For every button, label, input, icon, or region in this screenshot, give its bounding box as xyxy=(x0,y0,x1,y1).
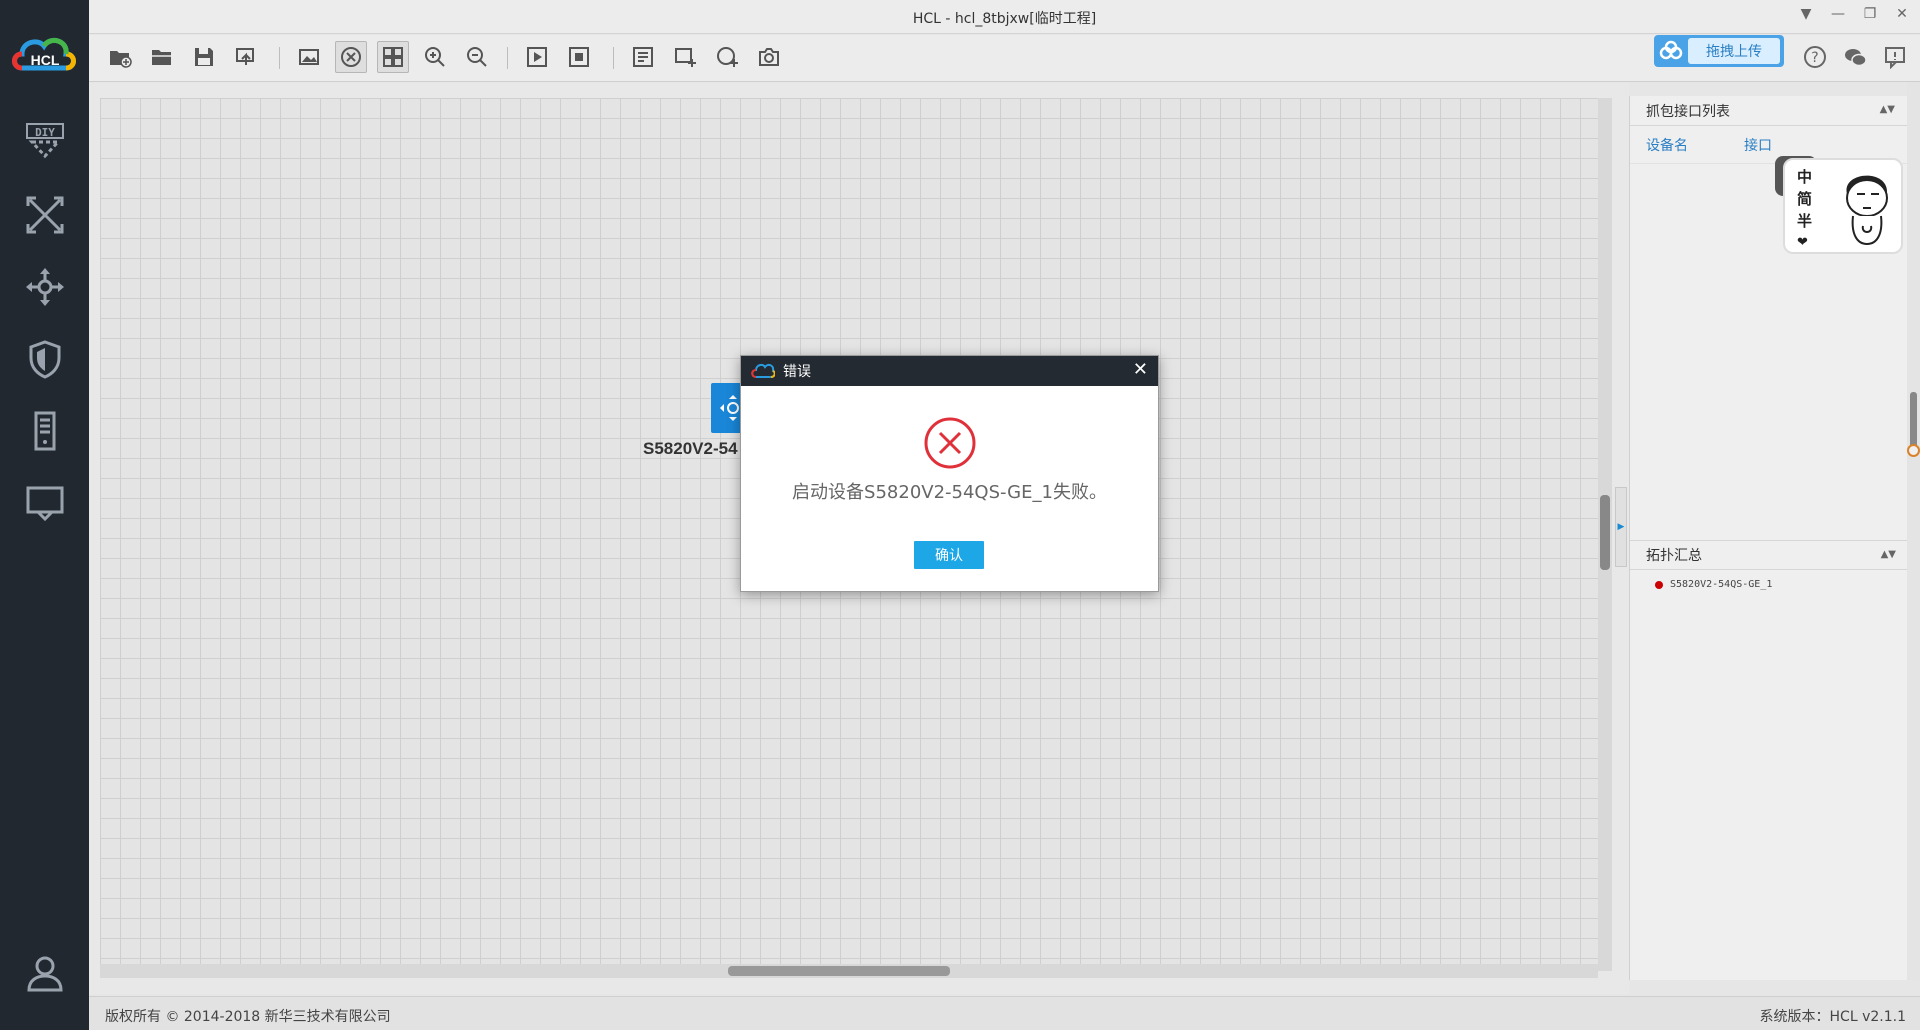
drag-upload-label: 拖拽上传 xyxy=(1688,38,1780,64)
network-icon[interactable] xyxy=(22,192,67,237)
error-dialog: 错误 ✕ 启动设备S5820V2-54QS-GE_1失败。 确认 xyxy=(740,355,1159,592)
topology-summary-title: 拓扑汇总 xyxy=(1646,548,1702,564)
help-icon[interactable]: ? xyxy=(1802,44,1828,70)
window-title: HCL - hcl_8tbjxw[临时工程] xyxy=(912,11,1097,27)
monitor-icon[interactable] xyxy=(22,480,67,525)
add-circle-icon[interactable] xyxy=(711,41,743,73)
routing-icon[interactable] xyxy=(22,264,67,309)
hcl-logo: HCL xyxy=(8,30,82,76)
camera-icon[interactable] xyxy=(753,41,785,73)
version-text: 系统版本：HCL v2.1.1 xyxy=(1759,1009,1906,1025)
error-message: 启动设备S5820V2-54QS-GE_1失败。 xyxy=(792,482,1107,503)
zoom-out-icon[interactable] xyxy=(461,41,493,73)
cartoon-face-icon xyxy=(1846,175,1888,246)
shield-icon[interactable] xyxy=(22,336,67,381)
zoom-in-icon[interactable] xyxy=(419,41,451,73)
copyright-text: 版权所有 © 2014-2018 新华三技术有限公司 xyxy=(105,1009,391,1025)
restore-icon[interactable]: ❐ xyxy=(1862,6,1878,22)
stop-all-icon[interactable] xyxy=(563,41,595,73)
capture-list-title: 抓包接口列表 xyxy=(1646,103,1730,120)
title-bar: HCL - hcl_8tbjxw[临时工程] ▼ — ❐ ✕ xyxy=(89,0,1920,34)
user-icon[interactable] xyxy=(22,950,67,995)
topology-summary-header[interactable]: 拓扑汇总 ▲▼ xyxy=(1630,540,1908,570)
export-icon[interactable] xyxy=(230,41,262,73)
menu-dropdown-icon[interactable]: ▼ xyxy=(1798,6,1814,22)
device-label[interactable]: S5820V2-54 xyxy=(643,439,738,459)
screenshot-icon[interactable] xyxy=(293,41,325,73)
left-rail: HCL DIY xyxy=(0,0,89,1030)
add-rect-icon[interactable] xyxy=(669,41,701,73)
sticker-char: 半 xyxy=(1797,212,1813,230)
error-icon xyxy=(924,417,976,469)
open-project-icon[interactable] xyxy=(146,41,178,73)
col-interface[interactable]: 接口 xyxy=(1744,135,1772,155)
canvas-vertical-scrollbar[interactable] xyxy=(1598,98,1612,971)
collapse-arrow-icon[interactable]: ▲▼ xyxy=(1880,104,1895,115)
topology-item[interactable]: S5820V2-54QS-GE_1 xyxy=(1630,579,1908,590)
close-window-icon[interactable]: ✕ xyxy=(1894,6,1910,22)
dialog-title: 错误 xyxy=(783,364,811,380)
status-dot xyxy=(1655,580,1663,589)
server-icon[interactable] xyxy=(22,408,67,453)
toolbar: 拖拽上传 ? xyxy=(89,35,1920,82)
scroll-knob[interactable] xyxy=(1907,444,1920,457)
topology-view-icon[interactable] xyxy=(335,41,367,73)
svg-text:DIY: DIY xyxy=(35,126,55,139)
baidu-cloud-icon xyxy=(1654,35,1688,67)
sticker-char: 简 xyxy=(1797,190,1813,208)
topology-summary: 拓扑汇总 ▲▼ S5820V2-54QS-GE_1 xyxy=(1630,540,1908,590)
col-device-name[interactable]: 设备名 xyxy=(1646,135,1688,155)
canvas-horizontal-scrollbar[interactable] xyxy=(100,964,1598,978)
sticker-image[interactable]: 中 简 半 ❤ xyxy=(1783,158,1903,254)
capture-list-header[interactable]: 抓包接口列表 ▲▼ xyxy=(1630,96,1907,126)
dialog-title-bar: 错误 ✕ xyxy=(741,356,1158,386)
panel-collapse-icon[interactable]: ▶ xyxy=(1615,487,1627,567)
start-all-icon[interactable] xyxy=(521,41,553,73)
confirm-button[interactable]: 确认 xyxy=(914,541,984,569)
sticker-char: 中 xyxy=(1797,168,1813,186)
collapse-arrow-icon[interactable]: ▲▼ xyxy=(1881,549,1896,560)
right-scrollbar[interactable] xyxy=(1907,82,1920,980)
feedback-icon[interactable] xyxy=(1882,44,1908,70)
diy-icon[interactable]: DIY xyxy=(22,118,67,163)
drag-upload-button[interactable]: 拖拽上传 xyxy=(1654,35,1784,67)
topology-item-label: S5820V2-54QS-GE_1 xyxy=(1670,579,1773,590)
config-list-icon[interactable] xyxy=(627,41,659,73)
heart-icon: ❤ xyxy=(1797,235,1808,250)
hcl-cloud-icon xyxy=(751,363,775,378)
minimize-icon[interactable]: — xyxy=(1830,6,1846,22)
grid-view-icon[interactable] xyxy=(377,41,409,73)
svg-text:?: ? xyxy=(1811,50,1818,66)
svg-text:HCL: HCL xyxy=(31,52,60,68)
wechat-icon[interactable] xyxy=(1842,44,1868,70)
save-icon[interactable] xyxy=(188,41,220,73)
status-bar: 版权所有 © 2014-2018 新华三技术有限公司 系统版本：HCL v2.1… xyxy=(89,996,1920,1030)
close-icon[interactable]: ✕ xyxy=(1133,361,1148,379)
new-project-icon[interactable] xyxy=(104,41,136,73)
